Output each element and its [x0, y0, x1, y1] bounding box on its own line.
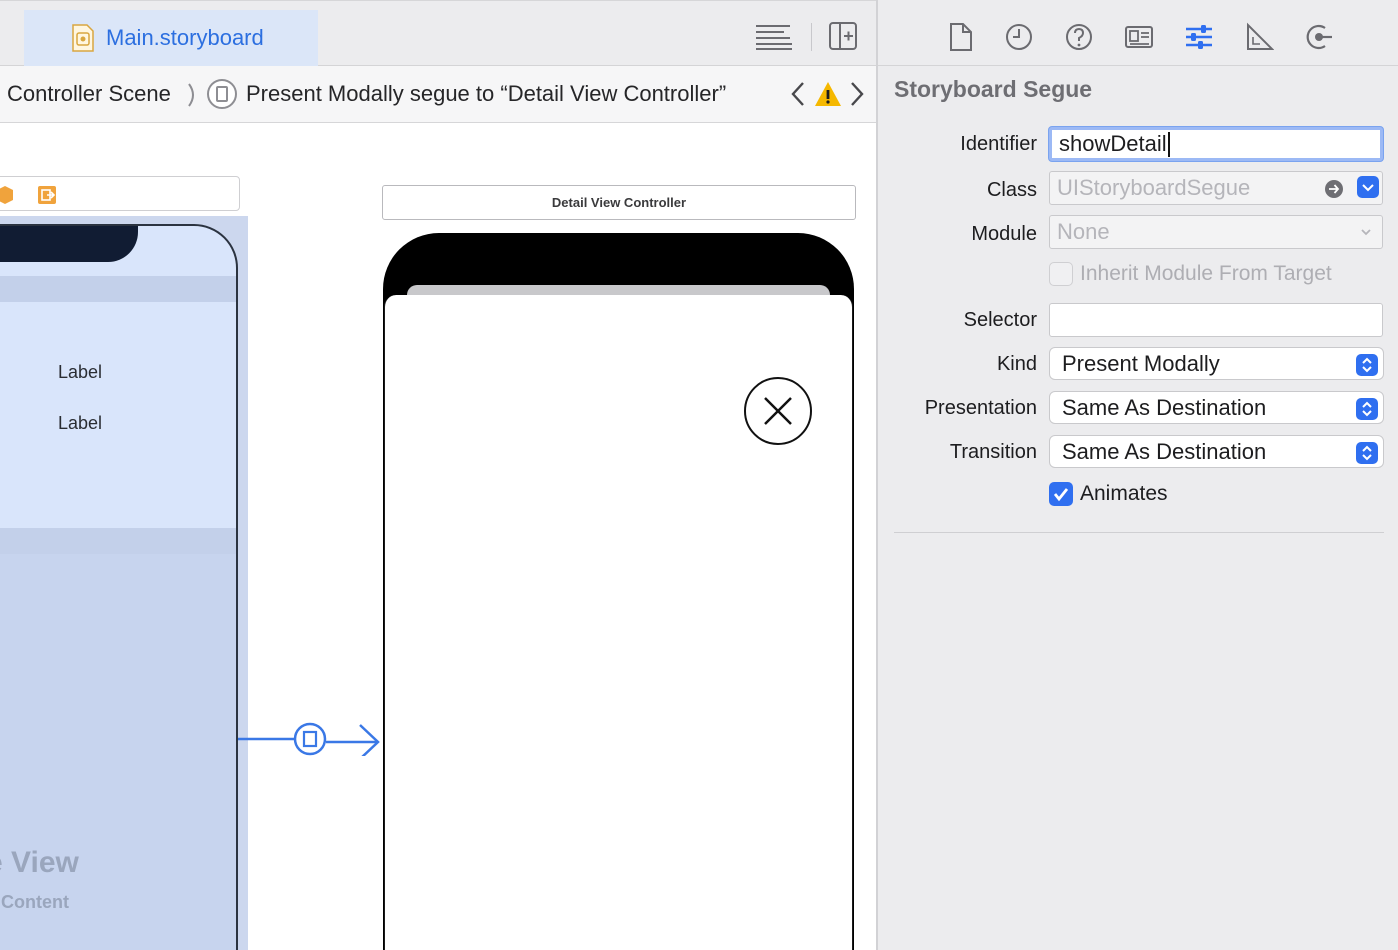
storyboard-file-icon: [72, 24, 94, 52]
module-label: Module: [971, 223, 1037, 245]
table-view-placeholder-title: e View: [0, 846, 79, 879]
identity-icon[interactable]: [1124, 22, 1154, 52]
checkmark-icon: [1053, 488, 1069, 502]
section-title: Storyboard Segue: [894, 76, 1093, 102]
exit-icon[interactable]: [37, 185, 57, 205]
attributes-icon[interactable]: [1184, 22, 1214, 52]
size-icon[interactable]: [1244, 22, 1274, 52]
tab-bar: Main.storyboard: [0, 0, 876, 66]
detail-scene-device: [383, 233, 854, 950]
breadcrumb-scene[interactable]: Controller Scene: [7, 81, 171, 107]
text-caret: [1167, 131, 1170, 157]
class-placeholder: UIStoryboardSegue: [1057, 175, 1251, 200]
kind-popup[interactable]: Present Modally: [1049, 347, 1384, 380]
inspector-pane: Storyboard Segue Identifier showDetail C…: [876, 0, 1398, 950]
history-icon[interactable]: [1004, 22, 1034, 52]
chevron-up-down-icon: [1362, 357, 1372, 373]
detail-scene-title: Detail View Controller: [551, 195, 687, 210]
chevron-down-icon[interactable]: [1356, 222, 1376, 242]
view-controller-icon[interactable]: [0, 185, 15, 205]
selector-field[interactable]: [1049, 303, 1383, 337]
connections-icon[interactable]: [1304, 22, 1334, 52]
editor-options-icon[interactable]: [754, 21, 794, 51]
detail-scene-dock[interactable]: Detail View Controller: [382, 185, 856, 220]
identifier-label: Identifier: [960, 133, 1037, 155]
chevron-left-icon[interactable]: [789, 80, 807, 108]
left-scene-dock[interactable]: [0, 176, 240, 211]
device-notch: [0, 226, 138, 262]
presentation-popup[interactable]: Same As Destination: [1049, 391, 1384, 424]
segue-connection[interactable]: [238, 722, 388, 756]
chevron-right-icon[interactable]: [848, 80, 866, 108]
warning-icon[interactable]: [814, 80, 842, 108]
jump-bar: Controller Scene Present Modally segue t…: [0, 66, 876, 123]
left-scene-screen: Label Label: [0, 224, 238, 950]
table-view-area[interactable]: [0, 554, 236, 950]
arrow-right-circle-icon[interactable]: [1324, 179, 1344, 199]
left-label-2[interactable]: Label: [58, 413, 102, 434]
selector-label: Selector: [963, 309, 1037, 331]
kind-label: Kind: [996, 353, 1037, 375]
kind-value: Present Modally: [1062, 350, 1220, 376]
chevron-down-icon: [1362, 184, 1374, 192]
transition-label: Transition: [949, 441, 1037, 463]
animates-checkbox[interactable]: [1049, 482, 1073, 506]
editor-area: Main.storyboard Controller Scene Present…: [0, 0, 876, 950]
presentation-label: Presentation: [924, 397, 1037, 419]
breadcrumb-segue[interactable]: Present Modally segue to “Detail View Co…: [246, 81, 726, 107]
presentation-value: Same As Destination: [1062, 394, 1267, 420]
table-view-placeholder-subtitle: e Content: [0, 892, 69, 912]
tab-main-storyboard[interactable]: Main.storyboard: [24, 10, 318, 66]
help-icon[interactable]: [1064, 22, 1094, 52]
transition-value: Same As Destination: [1062, 438, 1267, 464]
class-label: Class: [986, 179, 1037, 201]
identifier-value: showDetail: [1059, 131, 1167, 156]
module-placeholder: None: [1057, 219, 1110, 244]
class-field[interactable]: UIStoryboardSegue: [1049, 171, 1383, 205]
chevron-up-down-icon: [1362, 401, 1372, 417]
inspector-tab-bar: [878, 0, 1398, 66]
inherit-module-label: Inherit Module From Target: [1080, 262, 1332, 285]
storyboard-canvas[interactable]: Label Label e View e Content Detail View…: [0, 124, 876, 950]
presentation-stepper: [1356, 398, 1378, 420]
inherit-module-checkbox[interactable]: [1049, 262, 1073, 286]
class-dropdown-button[interactable]: [1357, 176, 1379, 198]
table-section-footer: [0, 528, 236, 554]
left-scene-device: Label Label: [0, 216, 248, 950]
kind-stepper: [1356, 354, 1378, 376]
toolbar-divider: [811, 23, 812, 51]
close-button[interactable]: [743, 376, 813, 446]
table-section-header: [0, 276, 236, 302]
add-editor-icon[interactable]: [828, 21, 858, 51]
segue-icon: [207, 79, 237, 109]
identifier-field[interactable]: showDetail: [1049, 127, 1383, 161]
breadcrumb-separator-icon: [188, 83, 194, 107]
file-icon[interactable]: [946, 22, 976, 52]
transition-popup[interactable]: Same As Destination: [1049, 435, 1384, 468]
tab-label: Main.storyboard: [106, 25, 264, 50]
module-field[interactable]: None: [1049, 215, 1383, 249]
section-divider: [894, 532, 1384, 533]
left-label-1[interactable]: Label: [58, 362, 102, 383]
chevron-up-down-icon: [1362, 445, 1372, 461]
transition-stepper: [1356, 442, 1378, 464]
animates-label: Animates: [1080, 482, 1168, 505]
